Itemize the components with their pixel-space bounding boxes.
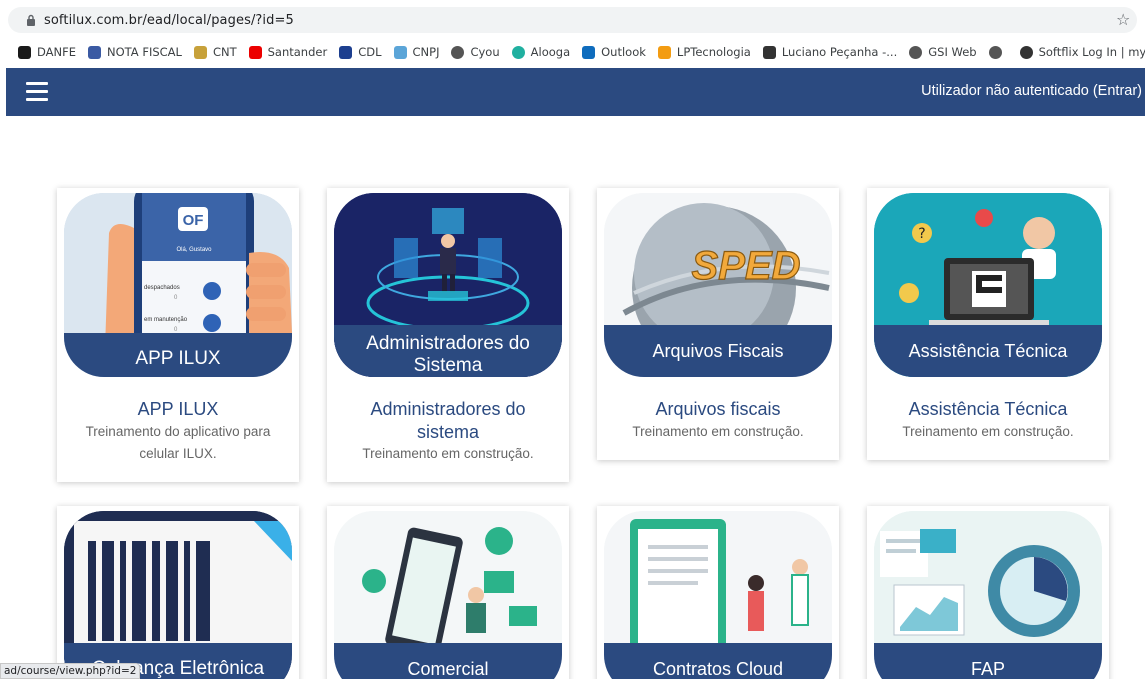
course-card-app-ilux[interactable]: OF Olá, Gustavo despachados 0 em manuten… [57,188,299,482]
bookmark-item[interactable]: CNT [193,45,237,59]
course-card-contratos-cloud[interactable]: Contratos Cloud [597,506,839,679]
cnt-icon [193,45,207,59]
lptecnologia-icon [657,45,671,59]
bookmark-item[interactable]: GSI Web [909,45,977,59]
outlook-icon [582,45,596,59]
svg-text:?: ? [918,226,925,242]
bookmark-label: NOTA FISCAL [107,45,182,59]
bookmark-label: CNT [212,45,237,59]
course-description: Treinamento em construção. [632,424,804,439]
course-title[interactable]: Arquivos fiscais [597,398,839,421]
bookmark-label: Alooga [530,45,571,59]
course-title[interactable]: Administradores do sistema [327,398,569,445]
course-title[interactable]: APP ILUX [57,398,299,421]
course-image-band: Contratos Cloud [604,643,832,679]
course-card-arquivos-fiscais[interactable]: SPED Arquivos Fiscais Arquivos fiscais T… [597,188,839,460]
bookmark-item[interactable]: Santander [248,45,328,59]
status-bar-url: ad/course/view.php?id=2 [0,663,141,679]
bookmark-label: Outlook [601,45,646,59]
bookmark-item[interactable]: LPTecnologia [657,45,751,59]
course-image: Comercial [334,511,562,679]
course-image: Administradores do Sistema [334,193,562,377]
bookmark-label: CNPJ [412,45,440,59]
lock-icon [27,14,35,26]
course-image: OF Olá, Gustavo despachados 0 em manuten… [64,193,292,377]
bookmark-label: Cyou [470,45,500,59]
bookmark-item[interactable]: CDL [339,45,382,59]
bookmark-label: LPTecnologia [676,45,751,59]
globe-icon [451,45,465,59]
app-greeting: Olá, Gustavo [176,247,212,253]
sped-logo-text: SPED [692,244,801,288]
santander-icon [248,45,262,59]
course-description: Treinamento do aplicativo para celular I… [85,424,271,461]
course-title[interactable]: Assistência Técnica [867,398,1109,421]
url-text[interactable]: softilux.com.br/ead/local/pages/?id=5 [44,13,294,28]
course-image: Contratos Cloud [604,511,832,679]
bookmark-label: DANFE [37,45,77,59]
course-image-band: APP ILUX [64,333,292,377]
course-card-comercial[interactable]: Comercial [327,506,569,679]
globe-icon [909,45,923,59]
course-image: FAP [874,511,1102,679]
bookmark-item[interactable]: Outlook [582,45,646,59]
cdl-icon [339,45,353,59]
danfe-icon [18,45,31,59]
bookmark-item[interactable]: NOTA FISCAL [88,45,182,59]
course-image-band: Arquivos Fiscais [604,325,832,377]
course-card-fap[interactable]: FAP [867,506,1109,679]
login-link[interactable]: Utilizador não autenticado (Entrar) [921,83,1142,99]
site-navbar: Utilizador não autenticado (Entrar) [6,68,1145,116]
bookmark-star-icon[interactable]: ☆ [1116,10,1130,29]
app-row-manutencao: em manutenção [144,317,188,323]
course-card-assistencia-tecnica[interactable]: ? Assistência Técnica Assistência Técnic… [867,188,1109,460]
bookmark-item[interactable]: Alooga [511,45,571,59]
course-image-band: Comercial [334,643,562,679]
bookmark-item[interactable]: DANFE [18,45,76,59]
course-description: Treinamento em construção. [902,424,1074,439]
bookmark-label: CDL [358,45,382,59]
globe-icon [988,45,1002,59]
course-image: SPED Arquivos Fiscais [604,193,832,377]
course-image: ? Assistência Técnica [874,193,1102,377]
course-image-band: Assistência Técnica [874,325,1102,377]
bookmark-label: Luciano Peçanha -... [781,45,898,59]
bookmark-label: GSI Web [928,45,977,59]
course-image-band: Administradores do Sistema [334,325,562,377]
menu-hamburger-icon[interactable] [26,82,48,101]
nota-fiscal-icon [88,45,102,59]
bookmark-item[interactable]: CNPJ [393,45,440,59]
bookmark-item[interactable]: Softflix Log In | myB [1019,45,1145,59]
alooga-icon [511,45,525,59]
bookmark-label: Santander [267,45,328,59]
app-logo-text: OF [183,212,204,229]
course-image: Cobrança Eletrônica [64,511,292,679]
bookmark-item[interactable]: Luciano Peçanha -... [762,45,898,59]
course-card-cobranca-eletronica[interactable]: Cobrança Eletrônica [57,506,299,679]
browser-url-bar: softilux.com.br/ead/local/pages/?id=5 ☆ [0,0,1145,36]
app-row-despachados: despachados [144,285,180,291]
smiley-icon [1019,45,1033,59]
course-description: Treinamento em construção. [362,446,534,461]
course-image-band: FAP [874,643,1102,679]
luciano-icon [762,45,776,59]
bookmarks-bar: DANFE NOTA FISCAL CNT Santander CDL CNPJ Cyou A… [0,40,1145,64]
bookmark-label: Softflix Log In | myB [1038,45,1145,59]
bookmark-item[interactable]: Cyou [451,45,500,59]
bookmark-item[interactable] [988,45,1008,59]
cnpj-icon [393,45,407,59]
course-card-administradores[interactable]: Administradores do Sistema Administrador… [327,188,569,482]
